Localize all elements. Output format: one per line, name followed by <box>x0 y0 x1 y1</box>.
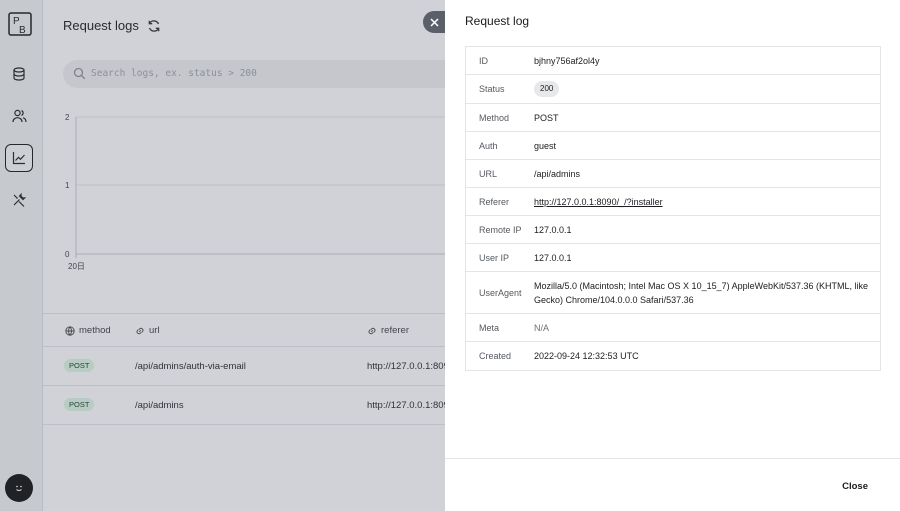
detail-key: URL <box>479 168 498 179</box>
detail-row-url: URL /api/admins <box>466 160 880 188</box>
detail-key: Remote IP <box>479 224 522 235</box>
detail-key: UserAgent <box>479 287 522 298</box>
panel-title: Request log <box>465 14 530 28</box>
detail-key: Auth <box>479 140 498 151</box>
detail-row-referer: Referer http://127.0.0.1:8090/_/?install… <box>466 188 880 216</box>
detail-row-user-ip: User IP 127.0.0.1 <box>466 244 880 272</box>
detail-key: Status <box>479 84 505 94</box>
close-icon <box>429 17 439 27</box>
detail-key: Method <box>479 112 510 123</box>
detail-row-created: Created 2022-09-24 12:32:53 UTC <box>466 342 880 370</box>
detail-key: Created <box>479 351 512 361</box>
detail-value: 2022-09-24 12:32:53 UTC <box>534 351 639 361</box>
detail-row-method: Method POST <box>466 104 880 132</box>
status-badge: 200 <box>534 81 560 97</box>
detail-value: bjhny756af2ol4y <box>534 55 600 66</box>
detail-row-remote-ip: Remote IP 127.0.0.1 <box>466 216 880 244</box>
detail-row-useragent: UserAgent Mozilla/5.0 (Macintosh; Intel … <box>466 272 880 314</box>
detail-row-id: ID bjhny756af2ol4y <box>466 47 880 75</box>
referer-link[interactable]: http://127.0.0.1:8090/_/?installer <box>534 197 663 207</box>
detail-row-meta: Meta N/A <box>466 314 880 342</box>
detail-value: N/A <box>534 322 550 333</box>
detail-value: Mozilla/5.0 (Macintosh; Intel Mac OS X 1… <box>534 280 868 305</box>
detail-key: Referer <box>479 196 510 207</box>
panel-footer: Close <box>445 458 900 511</box>
detail-value: /api/admins <box>534 168 581 179</box>
detail-value: POST <box>534 112 559 123</box>
overlay-close-button[interactable] <box>423 11 445 33</box>
detail-key: ID <box>479 55 488 66</box>
modal-overlay[interactable] <box>0 0 445 511</box>
request-log-panel: Request log ID bjhny756af2ol4y Status 20… <box>445 0 900 511</box>
detail-row-auth: Auth guest <box>466 132 880 160</box>
detail-value: 127.0.0.1 <box>534 224 572 235</box>
detail-key: Meta <box>479 322 500 333</box>
detail-key: User IP <box>479 252 510 263</box>
detail-table: ID bjhny756af2ol4y Status 200 Method POS… <box>465 46 881 371</box>
detail-value: guest <box>534 140 557 151</box>
close-button[interactable]: Close <box>842 481 868 492</box>
detail-value: 127.0.0.1 <box>534 252 572 263</box>
detail-row-status: Status 200 <box>466 75 880 104</box>
